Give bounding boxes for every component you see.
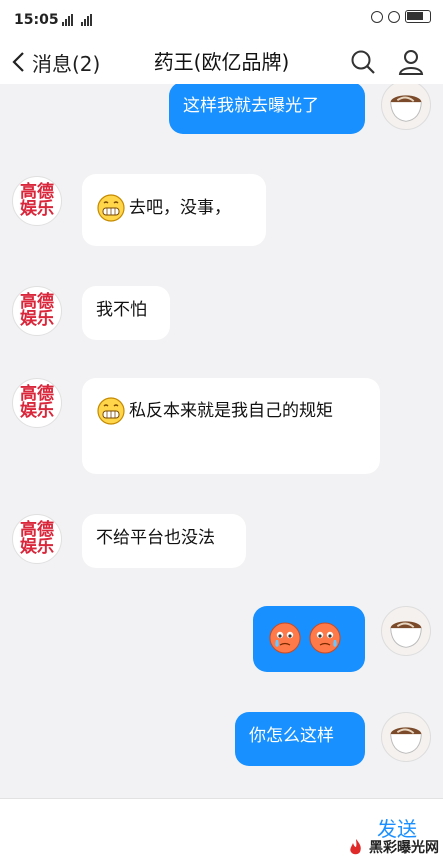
status-time: 15:05 [14, 12, 59, 28]
brand-avatar[interactable]: 高德 娱乐 [12, 378, 62, 428]
brand-avatar[interactable]: 高德 娱乐 [12, 514, 62, 564]
coffee-cup-avatar[interactable] [381, 712, 431, 762]
crying-faces-icon [269, 622, 341, 654]
battery-icon [405, 10, 431, 23]
signal-icon [81, 14, 92, 26]
brand-avatar[interactable]: 高德 娱乐 [12, 176, 62, 226]
message-bubble-outgoing[interactable]: 这样我就去曝光了 [169, 84, 365, 134]
person-icon[interactable] [397, 48, 425, 76]
message-text: 你怎么这样 [249, 726, 334, 746]
avatar-text: 娱乐 [20, 309, 54, 329]
message-list[interactable]: 这样我就去曝光了 高德 娱乐 去吧，没事， 高德 娱乐 我不怕 高德 娱乐 私反… [0, 84, 443, 798]
message-bubble-incoming[interactable]: 去吧，没事， [82, 174, 266, 246]
message-text: 去吧，没事， [129, 198, 231, 218]
alarm-icon [371, 10, 383, 23]
search-icon[interactable] [349, 48, 377, 76]
lock-rotation-icon [388, 10, 400, 23]
grin-icon [97, 397, 125, 425]
signal-icon [62, 14, 73, 26]
brand-avatar[interactable]: 高德 娱乐 [12, 286, 62, 336]
signal-indicators [62, 14, 92, 26]
grin-icon [97, 194, 125, 222]
coffee-cup-avatar[interactable] [381, 84, 431, 130]
message-text: 不给平台也没法 [96, 528, 215, 548]
message-bubble-outgoing[interactable] [253, 606, 365, 672]
watermark: 黑彩曝光网 [347, 837, 439, 857]
title-bar: 消息(2) 药王(欧亿品牌) [0, 40, 443, 84]
input-bar: 发送 黑彩曝光网 [0, 798, 443, 860]
avatar-text: 娱乐 [20, 199, 54, 219]
status-bar: 15:05 [0, 0, 443, 40]
message-bubble-incoming[interactable]: 不给平台也没法 [82, 514, 246, 568]
avatar-text: 娱乐 [20, 401, 54, 421]
back-label: 消息(2) [32, 51, 101, 76]
message-bubble-incoming[interactable]: 私反本来就是我自己的规矩 [82, 378, 380, 474]
chat-screen: 15:05 消息(2) 药王(欧亿品牌) 这样我就去曝光了 高德 娱乐 去吧，没… [0, 0, 443, 860]
message-text: 这样我就去曝光了 [183, 96, 319, 116]
watermark-text: 黑彩曝光网 [369, 840, 439, 856]
avatar-text: 娱乐 [20, 537, 54, 557]
flame-logo-icon [350, 839, 361, 855]
coffee-cup-avatar[interactable] [381, 606, 431, 656]
message-bubble-incoming[interactable]: 我不怕 [82, 286, 170, 340]
message-text: 私反本来就是我自己的规矩 [129, 401, 333, 421]
status-icons [371, 10, 431, 23]
message-text: 我不怕 [96, 300, 147, 320]
message-bubble-outgoing[interactable]: 你怎么这样 [235, 712, 365, 766]
back-button[interactable]: 消息(2) [10, 46, 100, 78]
chevron-left-icon [12, 52, 24, 72]
